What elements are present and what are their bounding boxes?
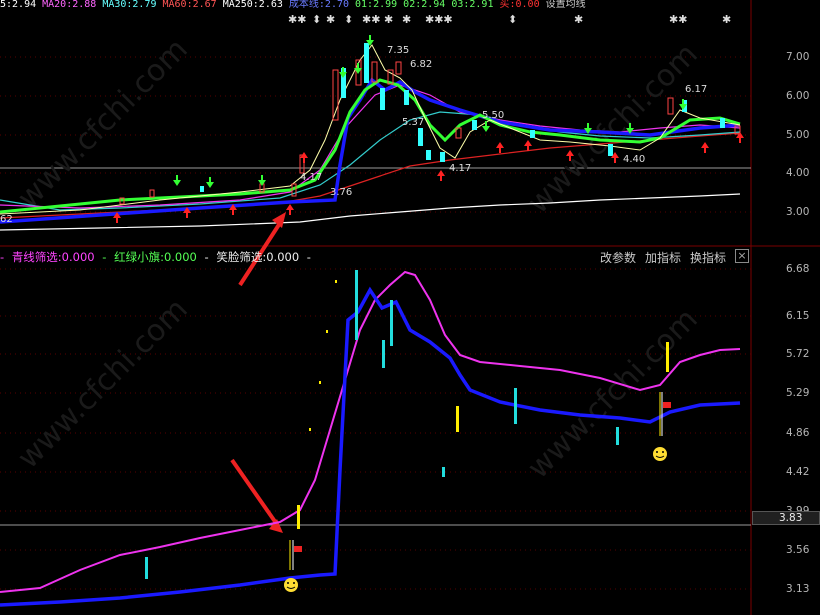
axis-tick: 5.72 xyxy=(786,348,810,360)
svg-text:✱: ✱ xyxy=(574,13,583,26)
svg-text:✱✱✱: ✱✱✱ xyxy=(425,13,453,26)
cyan-bars xyxy=(145,270,619,579)
top-markers: ✱✱ ⬍ ✱ ⬍ ✱✱ ✱ ✱ ✱✱✱ ⬍ ✱ ✱✱ ✱ xyxy=(288,13,731,26)
axis-tick: 3.00 xyxy=(786,206,810,218)
svg-text:www.cfchi.com: www.cfchi.com xyxy=(11,292,195,476)
svg-text:www.cfchi.com: www.cfchi.com xyxy=(521,302,705,486)
svg-text:7.35: 7.35 xyxy=(387,45,409,56)
svg-text:✱: ✱ xyxy=(384,13,393,26)
svg-text:6.82: 6.82 xyxy=(410,59,432,70)
svg-text:✱✱: ✱✱ xyxy=(362,13,380,26)
change-indicator-button[interactable]: 换指标 xyxy=(690,249,726,266)
svg-text:www.cfchi.com: www.cfchi.com xyxy=(11,32,195,216)
svg-text:5.50: 5.50 xyxy=(482,110,504,121)
axis-tick: 6.68 xyxy=(786,263,810,275)
legend-smile-filter: 笑脸筛选:0.000 xyxy=(216,250,300,264)
add-indicator-button[interactable]: 加指标 xyxy=(645,249,681,266)
sub-magenta-line xyxy=(0,270,741,593)
svg-text:✱✱: ✱✱ xyxy=(669,13,687,26)
axis-tick: 4.00 xyxy=(786,167,810,179)
svg-text:✱: ✱ xyxy=(722,13,731,26)
current-price-tag: 3.83 xyxy=(752,511,820,525)
svg-text:✱: ✱ xyxy=(402,13,411,26)
svg-text:5.37: 5.37 xyxy=(402,117,424,128)
axis-tick: 4.42 xyxy=(786,466,810,478)
svg-text:4.17: 4.17 xyxy=(300,172,322,183)
svg-text:✱✱: ✱✱ xyxy=(288,13,306,26)
svg-text:4.40: 4.40 xyxy=(623,154,645,165)
axis-tick: 3.13 xyxy=(786,583,810,595)
axis-tick: 7.00 xyxy=(786,51,810,63)
svg-text:✱: ✱ xyxy=(326,13,335,26)
sub-indicator-legend: - 青线筛选:0.000 - 红绿小旗:0.000 - 笑脸筛选:0.000 - xyxy=(0,250,311,264)
axis-tick: 6.00 xyxy=(786,90,810,102)
axis-tick: 4.86 xyxy=(786,427,810,439)
ma60-line xyxy=(0,132,741,219)
sub-grid xyxy=(0,268,751,590)
svg-text:⬍: ⬍ xyxy=(344,13,353,26)
axis-tick: 3.56 xyxy=(786,544,810,556)
svg-text:⬍: ⬍ xyxy=(312,13,321,26)
legend-cyan-filter: 青线筛选:0.000 xyxy=(11,250,95,264)
svg-text:62: 62 xyxy=(0,214,13,225)
edit-params-button[interactable]: 改参数 xyxy=(600,249,636,266)
axis-tick: 6.15 xyxy=(786,310,810,322)
axis-tick: 5.00 xyxy=(786,129,810,141)
legend-flag-filter: 红绿小旗:0.000 xyxy=(114,250,197,264)
svg-text:4.17: 4.17 xyxy=(449,163,471,174)
chart-canvas[interactable]: www.cfchi.com www.cfchi.com www.cfchi.co… xyxy=(0,0,820,615)
axis-tick: 5.29 xyxy=(786,387,810,399)
close-icon[interactable]: × xyxy=(735,249,749,263)
svg-text:3.76: 3.76 xyxy=(330,187,352,198)
svg-text:6.17: 6.17 xyxy=(685,84,707,95)
svg-text:⬍: ⬍ xyxy=(508,13,517,26)
